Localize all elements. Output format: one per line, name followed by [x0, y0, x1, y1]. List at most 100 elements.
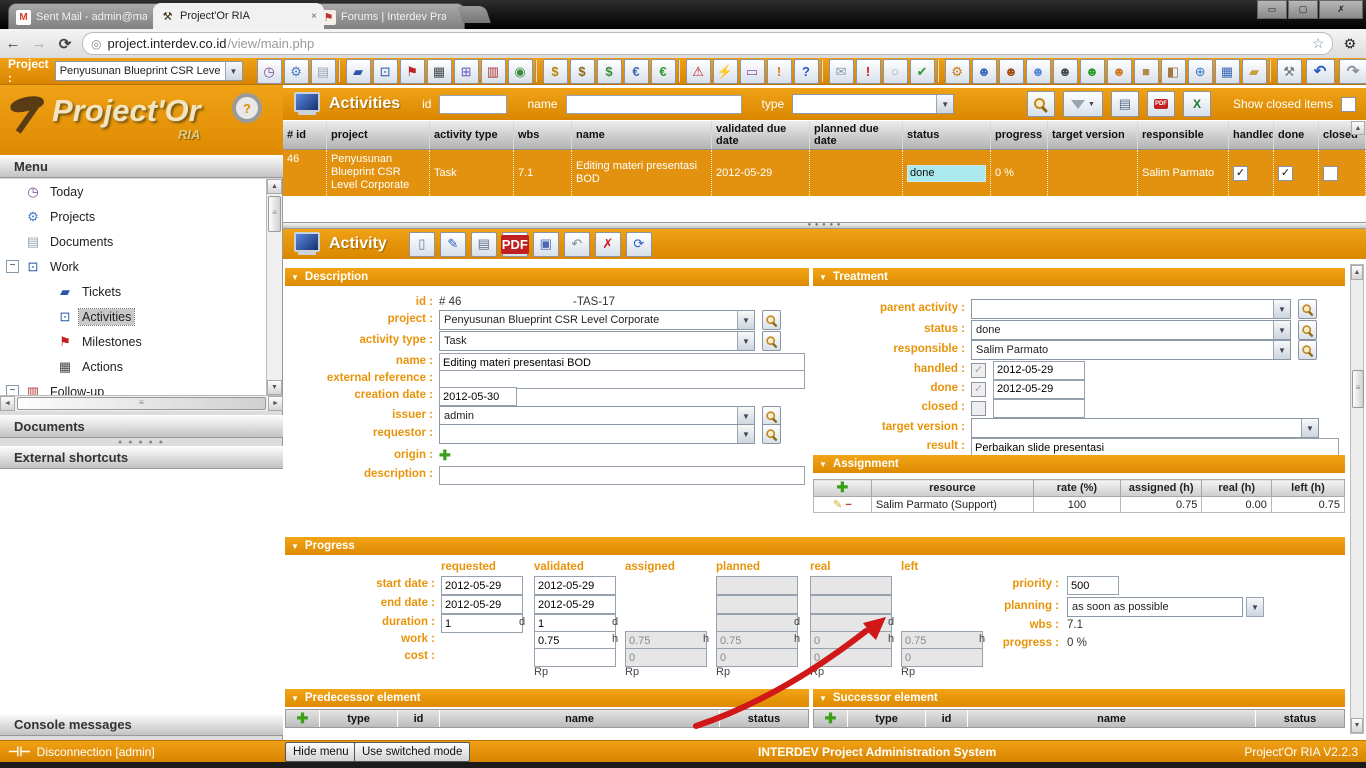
description-section-header[interactable]: ▼Description: [285, 268, 809, 286]
handled-date-input[interactable]: [993, 361, 1085, 380]
alerts-icon[interactable]: !: [856, 59, 881, 84]
disconnect-item[interactable]: ⊣⊢ Disconnection [admin]: [8, 741, 155, 763]
menu-item-work[interactable]: − ⊡ Work: [0, 254, 266, 279]
contacts-icon[interactable]: ☻: [1053, 59, 1078, 84]
milestones-icon[interactable]: ⚑: [400, 59, 425, 84]
risks-icon[interactable]: ⚠: [686, 59, 711, 84]
search-button[interactable]: [1027, 91, 1055, 117]
expenses-icon[interactable]: $: [570, 59, 595, 84]
collapse-icon[interactable]: ▼: [291, 694, 299, 703]
activities-icon[interactable]: ⊡: [373, 59, 398, 84]
refresh-icon[interactable]: ⟳: [626, 232, 652, 257]
copy-icon[interactable]: ▣: [533, 232, 559, 257]
planning-icon[interactable]: ▥: [481, 59, 506, 84]
documents-icon[interactable]: ▤: [311, 59, 336, 84]
closed-date-input[interactable]: [993, 399, 1085, 418]
chevron-down-icon[interactable]: ▼: [936, 95, 953, 113]
parent-activity-lookup-button[interactable]: [1298, 299, 1317, 319]
requested-end-input[interactable]: [441, 595, 523, 614]
help-icon[interactable]: ?: [232, 93, 262, 123]
remove-assignment-icon[interactable]: −: [845, 499, 851, 511]
validated-cost-input[interactable]: [534, 648, 616, 667]
bookmark-star-icon[interactable]: ☆: [1312, 35, 1325, 52]
requested-duration-input[interactable]: [441, 614, 523, 633]
chat-icon[interactable]: ○: [883, 59, 908, 84]
treatment-section-header[interactable]: ▼Treatment: [813, 268, 1345, 286]
documents-panel-header[interactable]: Documents: [0, 415, 283, 438]
menu-item-documents[interactable]: ▤ Documents: [0, 229, 266, 254]
activity-table-row[interactable]: 46 Penyusunan Blueprint CSR Level Corpor…: [283, 150, 1366, 196]
requestor-lookup-button[interactable]: [762, 424, 781, 444]
tickets-icon[interactable]: ▰: [346, 59, 371, 84]
predecessor-section-header[interactable]: ▼Predecessor element: [285, 689, 809, 707]
delete-icon[interactable]: ✗: [595, 232, 621, 257]
status-lookup-button[interactable]: [1298, 320, 1317, 340]
new-tab-button[interactable]: [457, 6, 491, 23]
done-checkbox[interactable]: ✓: [1278, 166, 1293, 181]
issuer-select[interactable]: admin▼: [439, 406, 755, 426]
chevron-down-icon[interactable]: ▼: [1246, 597, 1264, 617]
chevron-down-icon[interactable]: ▼: [225, 62, 242, 80]
status-select[interactable]: done▼: [971, 320, 1291, 340]
assignment-section-header[interactable]: ▼Assignment: [813, 455, 1345, 473]
url-field[interactable]: ◎ project.interdev.co.id /view/main.php …: [82, 32, 1333, 55]
column-header[interactable]: wbs: [514, 121, 572, 149]
id-filter-input[interactable]: [439, 95, 507, 114]
priority-input[interactable]: [1067, 576, 1119, 595]
console-messages-panel-header[interactable]: Console messages: [0, 713, 283, 736]
add-assignment-icon[interactable]: ✚: [837, 479, 849, 495]
column-header[interactable]: # id: [283, 121, 327, 149]
collapse-icon[interactable]: ▼: [819, 460, 827, 469]
creation-date-input[interactable]: [439, 387, 517, 406]
column-header[interactable]: activity type: [430, 121, 514, 149]
roles-icon[interactable]: ⚙: [945, 59, 970, 84]
name-filter-input[interactable]: [566, 95, 742, 114]
parent-activity-select[interactable]: ▼: [971, 299, 1291, 319]
chevron-down-icon[interactable]: ▼: [737, 407, 754, 425]
resources-icon[interactable]: ☻: [1080, 59, 1105, 84]
column-header[interactable]: target version: [1048, 121, 1138, 149]
use-switched-mode-button[interactable]: Use switched mode: [354, 742, 470, 762]
column-header[interactable]: planned due date: [810, 121, 903, 149]
bills-icon[interactable]: €: [624, 59, 649, 84]
description-input[interactable]: [439, 466, 805, 485]
teams-icon[interactable]: ☻: [1026, 59, 1051, 84]
detail-vertical-scrollbar[interactable]: ▲ ≡ ▼: [1350, 264, 1364, 734]
requested-start-input[interactable]: [441, 576, 523, 595]
chevron-down-icon[interactable]: ▼: [1301, 419, 1318, 437]
forward-button[interactable]: →: [26, 35, 52, 52]
activity-prices-icon[interactable]: $: [597, 59, 622, 84]
add-predecessor-icon[interactable]: ✚: [297, 710, 309, 727]
tab-forums[interactable]: ⚑ Forums | Interdev Prakarsa ×: [313, 3, 465, 30]
collapse-icon[interactable]: ▼: [819, 694, 827, 703]
activity-type-lookup-button[interactable]: [762, 331, 781, 351]
real-work-icon[interactable]: ⊞: [454, 59, 479, 84]
minimize-button[interactable]: ▭: [1257, 0, 1287, 19]
panel-splitter[interactable]: ● ● ● ● ●: [0, 439, 283, 446]
project-field-select[interactable]: Penyusunan Blueprint CSR Level Corporate…: [439, 310, 755, 330]
print-icon[interactable]: ▤: [471, 232, 497, 257]
resource-planning-icon[interactable]: ◉: [508, 59, 533, 84]
restore-button[interactable]: ▢: [1288, 0, 1318, 19]
successor-section-header[interactable]: ▼Successor element: [813, 689, 1345, 707]
type-filter-select[interactable]: ▼: [792, 94, 954, 114]
planning-select[interactable]: as soon as possible: [1067, 597, 1243, 617]
collapse-icon[interactable]: ▼: [291, 273, 299, 282]
list-scroll-up[interactable]: ▲: [1351, 121, 1365, 135]
external-shortcuts-panel-header[interactable]: External shortcuts: [0, 446, 283, 469]
pdf-icon[interactable]: PDF: [502, 232, 528, 257]
collapse-icon[interactable]: ▼: [819, 273, 827, 282]
menu-item-tickets[interactable]: ▰ Tickets: [0, 279, 266, 304]
chevron-down-icon[interactable]: ▼: [1273, 321, 1290, 339]
done-date-input[interactable]: [993, 380, 1085, 399]
projects-icon[interactable]: ⚙: [284, 59, 309, 84]
tree-horizontal-scrollbar[interactable]: ◄≡►: [0, 395, 283, 411]
globe-icon[interactable]: ⊕: [1188, 59, 1213, 84]
export-excel-button[interactable]: X: [1183, 91, 1211, 117]
column-header[interactable]: status: [903, 121, 991, 149]
menu-item-today[interactable]: ◷ Today: [0, 179, 266, 204]
chevron-down-icon[interactable]: ▼: [1273, 341, 1290, 359]
project-lookup-button[interactable]: [762, 310, 781, 330]
products-icon[interactable]: ■: [1134, 59, 1159, 84]
menu-item-follow-up[interactable]: − ▥ Follow-up: [0, 379, 266, 395]
